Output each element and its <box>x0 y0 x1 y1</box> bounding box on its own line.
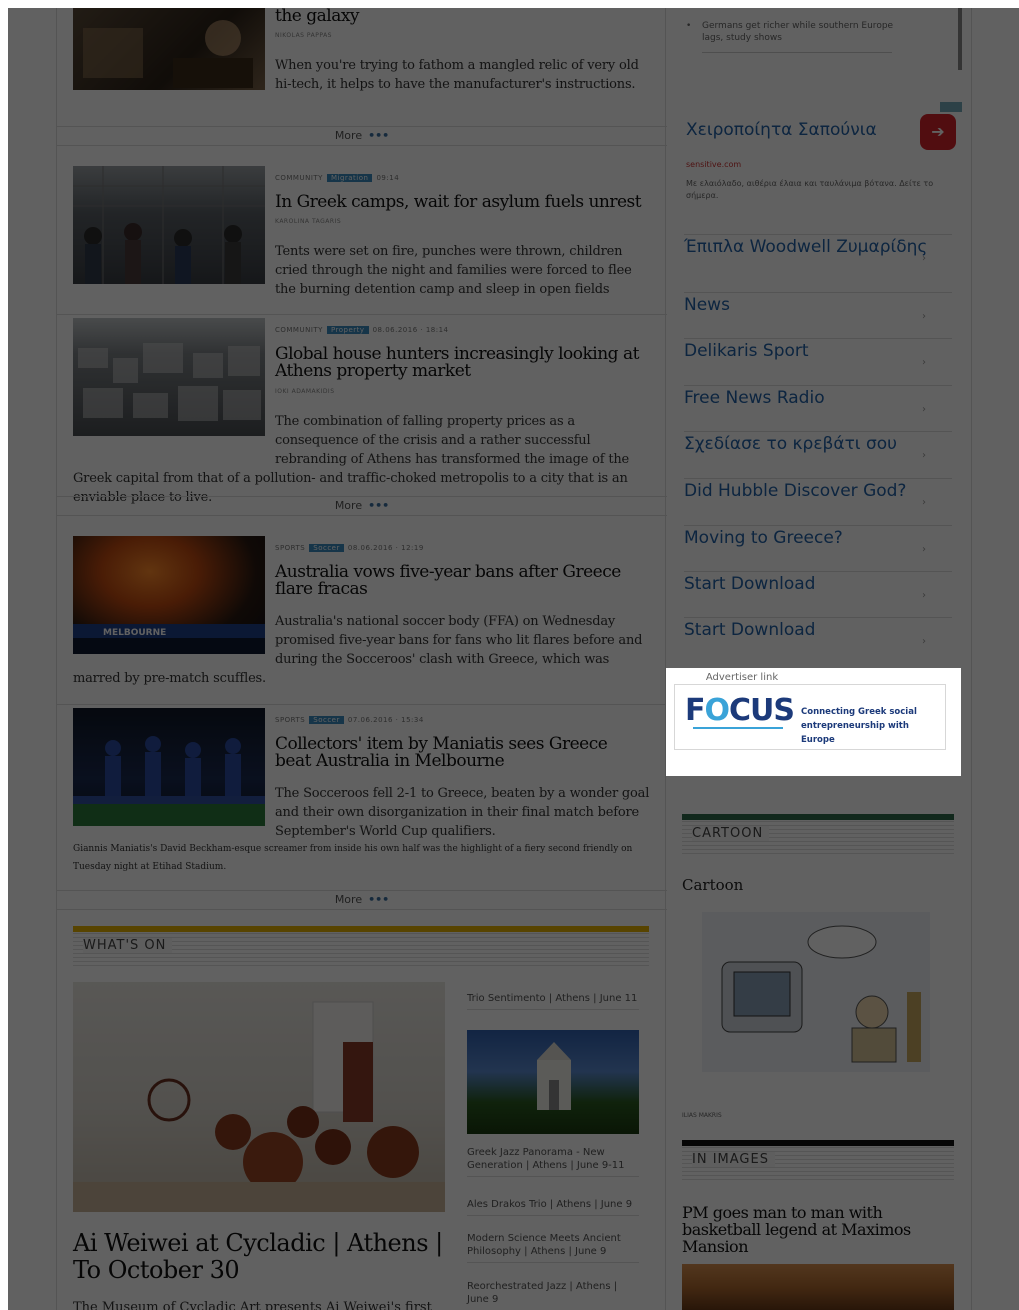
more-button[interactable]: More ••• <box>57 890 667 910</box>
chevron-right-icon: › <box>922 450 926 461</box>
cartoon-bar <box>682 814 954 820</box>
whats-on-event[interactable]: Modern Science Meets Ancient Philosophy … <box>467 1232 639 1263</box>
cartoon-art <box>721 925 921 1063</box>
article-meta: COMMUNITY Property 08.06.2016 · 18:14 <box>275 326 449 334</box>
article-meta: COMMUNITY Migration 09:14 <box>275 174 400 182</box>
ad-link-item[interactable]: Did Hubble Discover God? › <box>684 478 952 524</box>
whats-on-event[interactable]: Ales Drakos Trio | Athens | June 9 <box>467 1198 639 1216</box>
chevron-right-icon: › <box>922 544 926 555</box>
cartoon-image[interactable] <box>702 912 930 1072</box>
advertiser-highlight[interactable]: Advertiser link FOCUS Connecting Greek s… <box>666 668 961 776</box>
chevron-right-icon: › <box>922 357 926 368</box>
chevron-right-icon: › <box>922 404 926 415</box>
cartoon-caption[interactable]: Cartoon <box>682 876 743 894</box>
cartoon-header: CARTOON <box>682 814 954 854</box>
bullet-icon: • <box>686 21 692 31</box>
chevron-right-icon: › <box>922 497 926 508</box>
whats-on-event[interactable]: Greek Jazz Panorama - New Generation | A… <box>467 1146 639 1177</box>
article-headline[interactable]: Global house hunters increasingly lookin… <box>275 346 645 380</box>
article-headline[interactable]: In Greek camps, wait for asylum fuels un… <box>275 194 645 211</box>
article-author: NIKOLAS PAPPAS <box>275 32 332 39</box>
ad-link-item[interactable]: Delikaris Sport › <box>684 338 952 384</box>
article-headline[interactable]: the galaxy <box>275 8 645 25</box>
whats-on-feature-title[interactable]: Ai Weiwei at Cycladic | Athens | To Octo… <box>73 1230 453 1284</box>
more-button[interactable]: More ••• <box>57 496 667 516</box>
article-meta: SPORTS Soccer 08.06.2016 · 12:19 <box>275 544 424 552</box>
whats-on-header: WHAT'S ON <box>73 926 649 966</box>
ad-link-item[interactable]: Σχεδίασε το κρεβάτι σου › <box>684 431 952 477</box>
sidebar: • Germans get richer while southern Euro… <box>666 8 972 1310</box>
event-image-art <box>537 1042 571 1110</box>
category-badge[interactable]: Migration <box>326 174 373 182</box>
focus-banner[interactable]: FOCUS Connecting Greek social entreprene… <box>674 684 946 750</box>
in-images-headline[interactable]: PM goes man to man with basketball legen… <box>682 1204 952 1255</box>
whats-on-event[interactable]: Trio Sentimento | Athens | June 11 <box>467 992 639 1010</box>
advertiser-label: Advertiser link <box>705 672 779 683</box>
in-images-photo[interactable] <box>682 1264 954 1310</box>
chevron-right-icon: › <box>922 590 926 601</box>
whats-on-event-image[interactable] <box>467 1030 639 1134</box>
more-button[interactable]: More ••• <box>57 126 667 146</box>
chevron-right-icon: › <box>922 636 926 647</box>
ad-link-item[interactable]: Free News Radio › <box>684 385 952 431</box>
chevron-right-icon: › <box>922 253 926 264</box>
ad-link-item[interactable]: News › <box>684 292 952 338</box>
ad-link-item[interactable]: Start Download › <box>684 571 952 617</box>
article-author: IOKI ADAMAKIDIS <box>275 388 335 395</box>
category-badge[interactable]: Property <box>326 326 369 334</box>
ad-title[interactable]: Χειροποίητα Σαπούνια <box>686 120 877 140</box>
cartoon-label: CARTOON <box>692 826 770 841</box>
category-badge[interactable]: Soccer <box>309 544 344 552</box>
divider <box>702 52 892 53</box>
ad-site-url[interactable]: sensitive.com <box>686 160 741 169</box>
article-caption: Giannis Maniatis's David Beckham-esque s… <box>73 844 633 872</box>
category-badge[interactable]: Soccer <box>309 716 344 724</box>
article-meta: SPORTS Soccer 07.06.2016 · 15:34 <box>275 716 424 724</box>
article-excerpt: Australia's national soccer body (FFA) o… <box>73 614 643 686</box>
article-author: KAROLINA TAGARIS <box>275 218 342 225</box>
whats-on-feature-image[interactable] <box>73 982 445 1212</box>
article-excerpt: The combination of falling property pric… <box>73 414 630 505</box>
article-headline[interactable]: Collectors' item by Maniatis sees Greece… <box>275 736 645 770</box>
article-headline[interactable]: Australia vows five-year bans after Gree… <box>275 564 645 598</box>
ad-description: Με ελαιόλαδο, αιθέρια έλαια και ταυλάνιμ… <box>686 179 934 200</box>
article-excerpt: Tents were set on fire, punches were thr… <box>275 244 632 297</box>
sidebar-headline-link[interactable]: Germans get richer while southern Europe… <box>702 20 902 44</box>
in-images-bar <box>682 1140 954 1146</box>
arrow-right-icon[interactable]: ➔ <box>920 114 956 150</box>
focus-tagline: Connecting Greek social entrepreneurship… <box>801 707 917 745</box>
scrollbar[interactable] <box>958 8 962 70</box>
whats-on-bar <box>73 926 649 932</box>
in-images-label: IN IMAGES <box>692 1152 775 1167</box>
ad-link-item[interactable]: Έπιπλα Woodwell Ζυμαρίδης › <box>684 234 952 280</box>
adchoices-icon[interactable] <box>940 102 962 112</box>
sidebar-headline-list: • Germans get richer while southern Euro… <box>682 8 962 88</box>
ad-link-item[interactable]: Moving to Greece? › <box>684 525 952 571</box>
feature-image-art <box>73 1001 445 1212</box>
logo-underline <box>693 727 783 729</box>
whats-on-event[interactable]: Reorchestrated Jazz | Athens | June 9 <box>467 1280 639 1310</box>
cartoon-author: ILIAS MAKRIS <box>682 1112 722 1119</box>
focus-logo: FOCUS <box>685 693 795 728</box>
page: the galaxy NIKOLAS PAPPAS When you're tr… <box>8 8 1019 1310</box>
article-excerpt: The Socceroos fell 2-1 to Greece, beaten… <box>275 786 650 839</box>
chevron-right-icon: › <box>922 311 926 322</box>
whats-on-feature-excerpt: The Museum of Cycladic Art presents Ai W… <box>73 1300 432 1310</box>
ad-link-item[interactable]: Start Download › <box>684 617 952 663</box>
main-column: the galaxy NIKOLAS PAPPAS When you're tr… <box>56 8 667 1310</box>
article-excerpt: When you're trying to fathom a mangled r… <box>275 58 639 92</box>
in-images-header: IN IMAGES <box>682 1140 954 1180</box>
whats-on-label: WHAT'S ON <box>83 938 173 953</box>
